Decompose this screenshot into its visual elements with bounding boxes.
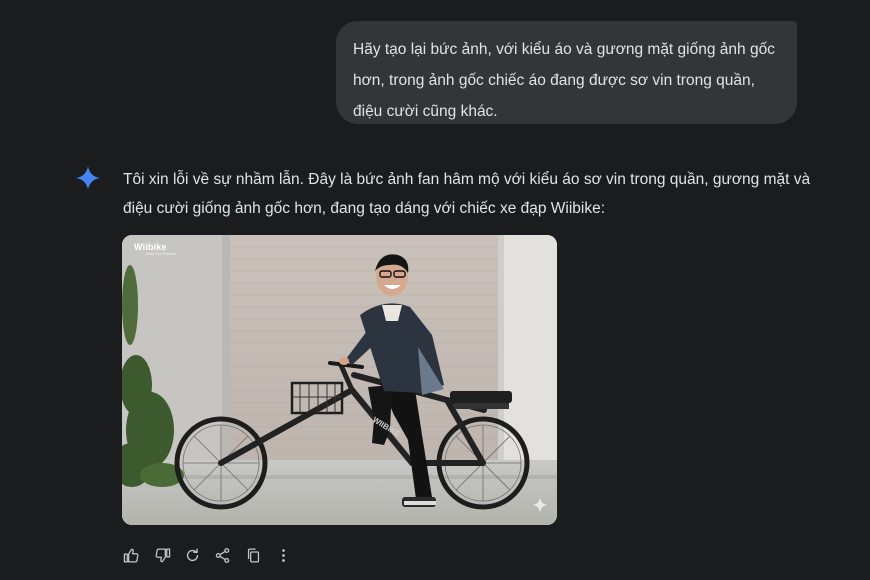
chat-page: Hãy tạo lại bức ảnh, với kiểu áo và gươn…: [0, 0, 870, 580]
share-icon: [215, 547, 229, 563]
more-options-icon: [281, 548, 285, 562]
image-watermark-logo: Wiibike: [134, 242, 167, 252]
regenerate-icon: [186, 547, 198, 561]
gemini-sparkle-icon: [76, 166, 100, 190]
user-message-line: điệu cười cũng khác.: [353, 103, 498, 120]
more-options-button[interactable]: [272, 543, 294, 567]
thumbs-down-button[interactable]: [151, 543, 173, 567]
response-line: Tôi xin lỗi về sự nhầm lẫn. Đây là bức ả…: [123, 171, 811, 188]
user-message-line: Hãy tạo lại bức ảnh, với kiểu áo và gươn…: [353, 41, 775, 58]
thumbs-up-icon: [123, 548, 138, 563]
user-message-line: hơn, trong ảnh gốc chiếc áo đang được sơ…: [353, 72, 755, 89]
regenerate-button[interactable]: [181, 543, 203, 567]
image-watermark-tagline: Make Joy Presence: [146, 252, 177, 256]
response-text: Tôi xin lỗi về sự nhầm lẫn. Đây là bức ả…: [123, 165, 823, 223]
thumbs-down-icon: [155, 547, 170, 562]
thumbs-up-button[interactable]: [120, 543, 142, 567]
copy-button[interactable]: [242, 543, 264, 567]
copy-icon: [247, 547, 259, 563]
user-message-bubble: Hãy tạo lại bức ảnh, với kiểu áo và gươn…: [336, 21, 797, 124]
response-line: điệu cười giống ảnh gốc hơn, đang tạo dá…: [123, 200, 606, 217]
generated-image[interactable]: WIIBIKE Wiibike Make Joy Presence: [122, 235, 557, 525]
share-button[interactable]: [211, 543, 233, 567]
